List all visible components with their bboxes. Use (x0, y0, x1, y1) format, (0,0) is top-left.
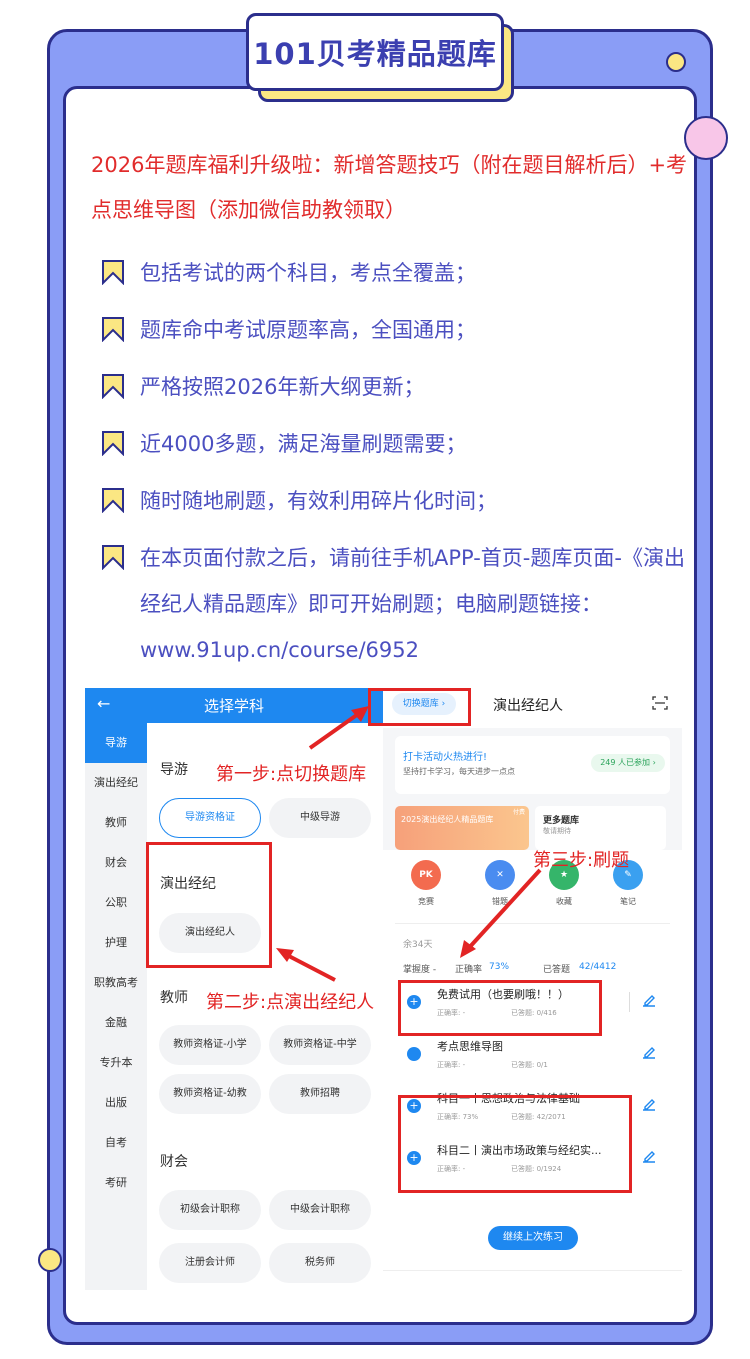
feature-text: 严格按照2026年新大纲更新； (140, 375, 425, 399)
bookmark-icon (102, 431, 124, 456)
feature-text: 近4000多题，满足海量刷题需要； (140, 432, 467, 456)
bookmark-icon (102, 488, 124, 513)
decor-dot (38, 1248, 62, 1272)
page: 101贝考精品题库 2026年题库福利升级啦：新增答题技巧（附在题目解析后）+考… (0, 0, 750, 1359)
feature-item: 包括考试的两个科目，考点全覆盖； (100, 250, 690, 296)
step-three-label: 第三步:刷题 (533, 850, 630, 871)
decor-dot (666, 52, 686, 72)
feature-item: 严格按照2026年新大纲更新； (100, 364, 690, 410)
feature-text: 在本页面付款之后，请前往手机APP-首页-题库页面-《演出经纪人精品题库》即可开… (140, 546, 685, 662)
bookmark-icon (102, 545, 124, 570)
bookmark-icon (102, 374, 124, 399)
feature-item: 随时随地刷题，有效利用碎片化时间； (100, 478, 690, 524)
annotation-arrows (276, 706, 542, 982)
promo-headline: 2026年题库福利升级啦：新增答题技巧（附在题目解析后）+考点思维导图（添加微信… (91, 153, 688, 222)
step-one-label: 第一步:点切换题库 (216, 764, 367, 785)
feature-item: 近4000多题，满足海量刷题需要； (100, 421, 690, 467)
bookmark-icon (102, 260, 124, 285)
feature-item: 题库命中考试原题率高，全国通用； (100, 307, 690, 353)
feature-text: 包括考试的两个科目，考点全覆盖； (140, 261, 476, 285)
page-title: 101贝考精品题库 (253, 37, 497, 71)
bookmark-icon (102, 317, 124, 342)
feature-text: 随时随地刷题，有效利用碎片化时间； (140, 489, 497, 513)
step-two-label: 第二步:点演出经纪人 (206, 992, 375, 1013)
feature-text: 题库命中考试原题率高，全国通用； (140, 318, 476, 342)
title-box: 101贝考精品题库 (246, 13, 504, 91)
app-screenshot: ← 选择学科 导游 演出经纪 教师 财会 公职 护理 职教高考 金融 专升本 出… (85, 688, 682, 1290)
feature-item: 在本页面付款之后，请前往手机APP-首页-题库页面-《演出经纪人精品题库》即可开… (100, 535, 690, 673)
